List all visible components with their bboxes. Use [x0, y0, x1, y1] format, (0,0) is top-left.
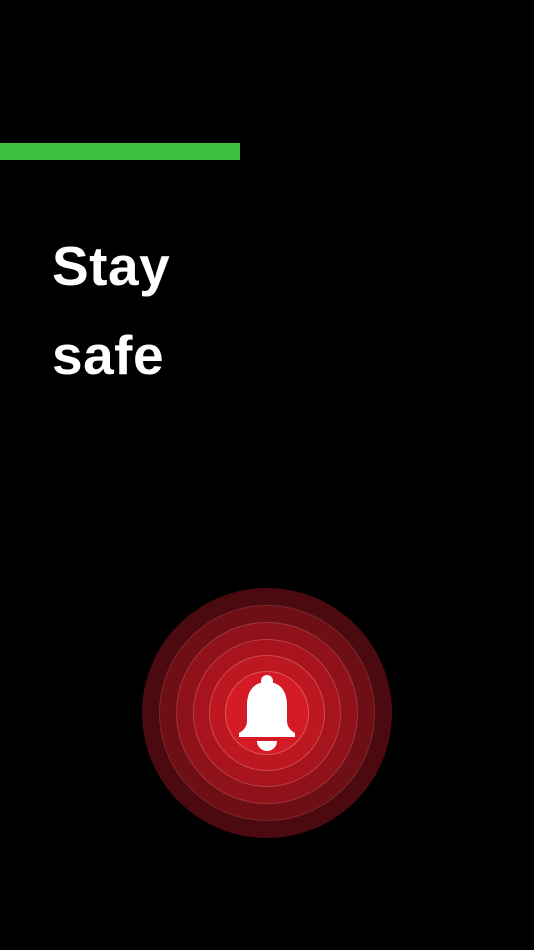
- bell-icon: [239, 675, 295, 751]
- onboarding-progress-bar: [0, 143, 534, 160]
- page-title: Stay safe: [52, 222, 170, 400]
- title-line-1: Stay: [52, 235, 171, 297]
- title-line-2: safe: [52, 324, 165, 386]
- alarm-button[interactable]: [142, 588, 392, 838]
- progress-fill: [0, 143, 241, 160]
